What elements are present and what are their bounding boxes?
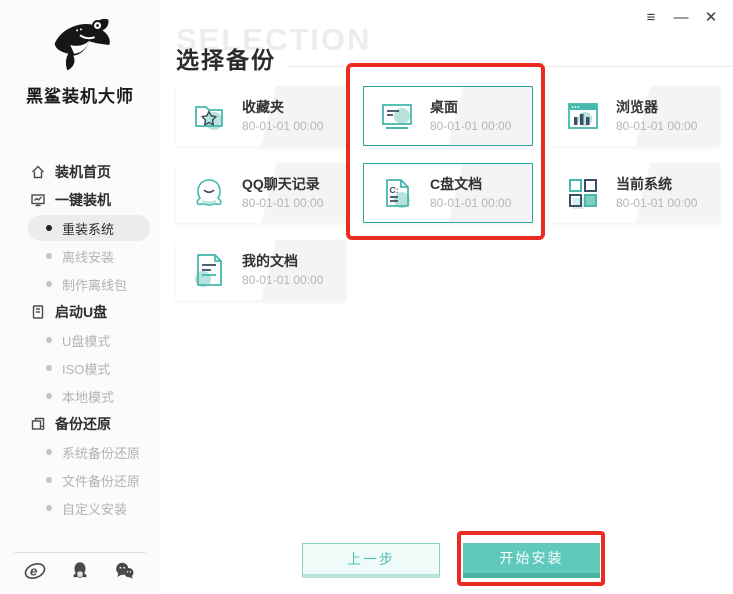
bullet-icon <box>46 253 52 259</box>
browser-icon <box>568 103 598 129</box>
backup-card-favorites[interactable]: 收藏夹 80-01-01 00:00 <box>176 86 346 146</box>
sidebar-item-offline-install[interactable]: 离线安装 <box>0 242 160 270</box>
usb-icon <box>32 305 44 319</box>
desktop-icon <box>382 104 412 129</box>
card-title: 浏览器 <box>616 99 658 115</box>
card-title: QQ聊天记录 <box>242 176 320 192</box>
backup-card-c-drive-docs[interactable]: C: C盘文档 80-01-01 00:00 <box>363 163 533 223</box>
bullet-icon <box>46 477 52 483</box>
bullet-icon <box>46 337 52 343</box>
card-date: 80-01-01 00:00 <box>430 119 512 133</box>
current-system-icon <box>569 179 597 209</box>
sidebar-nav: 装机首页 一键装机 重装系统 离线安装 制作离线包 启动U盘 U盘模式 ISO模… <box>0 158 160 522</box>
backup-card-my-documents[interactable]: 我的文档 80-01-01 00:00 <box>176 240 346 300</box>
svg-text:e: e <box>30 563 37 578</box>
app-title: 黑鲨装机大师 <box>26 87 134 106</box>
ie-icon[interactable]: e <box>24 560 46 582</box>
title-divider <box>287 66 733 67</box>
sidebar-item-backup-restore[interactable]: 备份还原 <box>0 410 160 438</box>
card-date: 80-01-01 00:00 <box>430 196 512 210</box>
sidebar-item-label: 一键装机 <box>55 192 111 208</box>
sidebar-item-label: 本地模式 <box>62 389 115 405</box>
sidebar-footer: e <box>0 560 160 582</box>
card-date: 80-01-01 00:00 <box>242 273 324 287</box>
bullet-icon <box>46 225 52 231</box>
sidebar-item-label: 制作离线包 <box>62 277 128 293</box>
sidebar: 黑鲨装机大师 装机首页 一键装机 重装系统 离线安装 制作离线包 启动U盘 U盘… <box>0 0 160 594</box>
start-install-button[interactable]: 开始安装 <box>463 543 600 578</box>
app-logo: 黑鲨装机大师 <box>0 8 160 107</box>
page-title: 选择备份 <box>176 47 276 73</box>
qq-chat-icon <box>196 179 222 206</box>
bullet-icon <box>46 281 52 287</box>
sidebar-item-home[interactable]: 装机首页 <box>0 158 160 186</box>
sidebar-footer-divider <box>14 552 146 553</box>
sidebar-item-label: 系统备份还原 <box>62 445 141 461</box>
bullet-icon <box>46 393 52 399</box>
sidebar-item-system-backup-restore[interactable]: 系统备份还原 <box>0 438 160 466</box>
window-controls: ≡ — ✕ <box>643 8 719 28</box>
menu-icon[interactable]: ≡ <box>643 8 659 28</box>
sidebar-item-iso-mode[interactable]: ISO模式 <box>0 354 160 382</box>
card-title: 桌面 <box>430 99 458 115</box>
card-title: 当前系统 <box>616 176 672 192</box>
card-date: 80-01-01 00:00 <box>242 119 324 133</box>
backup-card-grid: 收藏夹 80-01-01 00:00 桌面 80-01-01 00:00 浏览器… <box>176 86 720 300</box>
sidebar-item-onekey-install[interactable]: 一键装机 <box>0 186 160 214</box>
sidebar-item-label: 重装系统 <box>62 221 115 237</box>
sidebar-item-boot-usb[interactable]: 启动U盘 <box>0 298 160 326</box>
sidebar-item-custom-install[interactable]: 自定义安装 <box>0 494 160 522</box>
sidebar-item-label: 启动U盘 <box>55 304 108 320</box>
sidebar-item-make-offline-pack[interactable]: 制作离线包 <box>0 270 160 298</box>
card-date: 80-01-01 00:00 <box>242 196 324 210</box>
sidebar-item-label: U盘模式 <box>62 333 111 349</box>
sidebar-item-label: 装机首页 <box>55 164 111 180</box>
bullet-icon <box>46 505 52 511</box>
previous-step-button[interactable]: 上一步 <box>302 543 440 578</box>
c-drive-doc-icon: C: <box>386 179 410 208</box>
sidebar-item-usb-mode[interactable]: U盘模式 <box>0 326 160 354</box>
qq-icon[interactable] <box>69 560 91 582</box>
sidebar-item-label: 备份还原 <box>55 416 111 432</box>
bullet-icon <box>46 449 52 455</box>
card-title: 收藏夹 <box>242 99 284 115</box>
sidebar-item-local-mode[interactable]: 本地模式 <box>0 382 160 410</box>
my-documents-icon <box>195 254 222 287</box>
sidebar-item-label: ISO模式 <box>62 361 111 377</box>
shark-logo-icon <box>54 18 110 71</box>
monitor-icon <box>31 194 45 207</box>
wechat-icon[interactable] <box>114 560 136 582</box>
sidebar-item-reinstall-system[interactable]: 重装系统 <box>28 215 150 241</box>
minimize-icon[interactable]: — <box>673 8 689 28</box>
backup-card-browser[interactable]: 浏览器 80-01-01 00:00 <box>550 86 720 146</box>
sidebar-item-label: 文件备份还原 <box>62 473 141 489</box>
card-date: 80-01-01 00:00 <box>616 196 698 210</box>
close-icon[interactable]: ✕ <box>703 8 719 28</box>
backup-card-desktop[interactable]: 桌面 80-01-01 00:00 <box>363 86 533 146</box>
sidebar-item-label: 离线安装 <box>62 249 115 265</box>
backup-card-qq-chat[interactable]: QQ聊天记录 80-01-01 00:00 <box>176 163 346 223</box>
card-title: 我的文档 <box>242 253 298 269</box>
restore-icon <box>31 417 45 431</box>
home-icon <box>32 165 44 179</box>
sidebar-item-label: 自定义安装 <box>62 501 128 517</box>
card-date: 80-01-01 00:00 <box>616 119 698 133</box>
bullet-icon <box>46 365 52 371</box>
app-window: 黑鲨装机大师 装机首页 一键装机 重装系统 离线安装 制作离线包 启动U盘 U盘… <box>0 0 733 594</box>
card-title: C盘文档 <box>430 176 483 192</box>
backup-card-current-system[interactable]: 当前系统 80-01-01 00:00 <box>550 163 720 223</box>
sidebar-item-file-backup-restore[interactable]: 文件备份还原 <box>0 466 160 494</box>
c-drive-label: C: <box>390 185 399 195</box>
favorites-folder-icon <box>195 106 223 130</box>
